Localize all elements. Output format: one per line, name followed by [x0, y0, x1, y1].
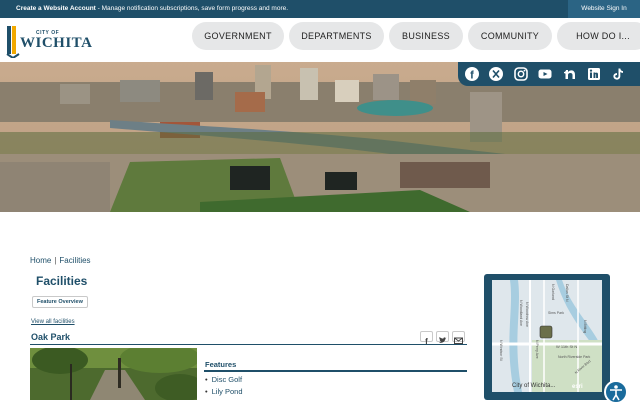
nextdoor-icon[interactable]	[562, 66, 578, 82]
map-street-label: N Woodland Ave	[519, 300, 523, 326]
logo-wichita: WICHITA	[20, 35, 93, 51]
location-map-widget: W 11th St N N Woodland Ave N Woodrow Ave…	[484, 274, 610, 400]
breadcrumb-separator: |	[54, 256, 57, 265]
sign-in-button[interactable]: Website Sign In	[568, 0, 640, 18]
account-message: Create a Website Account - Manage notifi…	[16, 5, 288, 12]
facebook-icon[interactable]: f	[464, 66, 480, 82]
page-title: Facilities	[36, 274, 88, 288]
features-divider	[204, 370, 467, 372]
nav-how-do-i[interactable]: HOW DO I...	[557, 22, 640, 50]
nav-community[interactable]: COMMUNITY	[468, 22, 552, 50]
breadcrumb-current-link[interactable]: Facilities	[59, 256, 90, 265]
city-logo[interactable]: CITY OF WICHITA	[6, 22, 92, 60]
accessibility-icon	[610, 385, 622, 401]
map-street-label: W 11th St N	[556, 344, 577, 349]
share-facebook-button[interactable]: f	[420, 331, 433, 346]
share-x-button[interactable]	[436, 331, 449, 343]
nav-government[interactable]: GOVERNMENT	[192, 22, 284, 50]
facility-title: Oak Park	[31, 332, 71, 342]
site-header: CITY OF WICHITA GOVERNMENT DEPARTMENTS B…	[0, 18, 640, 62]
feature-item: Lily Pond	[205, 386, 243, 398]
features-heading: Features	[205, 360, 237, 369]
svg-text:f: f	[470, 70, 474, 82]
feature-overview-button[interactable]: Feature Overview	[32, 296, 88, 308]
map-street-label: Sims Park	[548, 311, 564, 315]
title-divider	[30, 344, 467, 345]
map-street-label: N Windsor St	[499, 340, 503, 361]
park-trail-image	[30, 348, 197, 400]
view-all-facilities-link[interactable]: View all facilities	[31, 319, 75, 325]
accessibility-button[interactable]	[604, 380, 628, 404]
map-park-label: North Riverside Park	[558, 355, 591, 359]
account-message-text: - Manage notification subscriptions, sav…	[95, 5, 289, 12]
breadcrumb: Home | Facilities	[30, 256, 91, 265]
map-street-label: N Garland	[551, 284, 555, 300]
map-caption: City of Wichita...	[512, 383, 556, 389]
location-map[interactable]: W 11th St N N Woodland Ave N Woodrow Ave…	[492, 280, 602, 392]
map-street-label: N Bitting	[583, 320, 587, 333]
feature-item: Disc Golf	[205, 374, 243, 386]
create-account-link[interactable]: Create a Website Account	[16, 5, 96, 12]
wichita-flag-icon	[6, 26, 20, 58]
linkedin-icon[interactable]	[586, 66, 602, 82]
map-street-label: N Woodrow Ave	[525, 302, 529, 327]
esri-attribution: esri	[572, 384, 583, 390]
street-map: W 11th St N N Woodland Ave N Woodrow Ave…	[492, 280, 602, 392]
nav-departments[interactable]: DEPARTMENTS	[289, 22, 384, 50]
map-street-label: N Perry Ave	[535, 340, 539, 359]
facility-photo	[30, 348, 197, 400]
hero-city-skyline-image: f	[0, 62, 640, 212]
nav-business[interactable]: BUSINESS	[389, 22, 463, 50]
social-media-bar: f	[458, 62, 640, 86]
breadcrumb-home-link[interactable]: Home	[30, 256, 51, 265]
share-email-button[interactable]	[452, 331, 465, 344]
tiktok-icon[interactable]	[610, 66, 626, 82]
youtube-icon[interactable]	[537, 66, 553, 82]
map-street-label: Dallas St N	[565, 284, 569, 302]
instagram-icon[interactable]	[513, 66, 529, 82]
x-icon[interactable]	[488, 66, 504, 82]
features-list: Disc Golf Lily Pond	[205, 374, 243, 398]
top-notification-bar: Create a Website Account - Manage notifi…	[0, 0, 640, 18]
